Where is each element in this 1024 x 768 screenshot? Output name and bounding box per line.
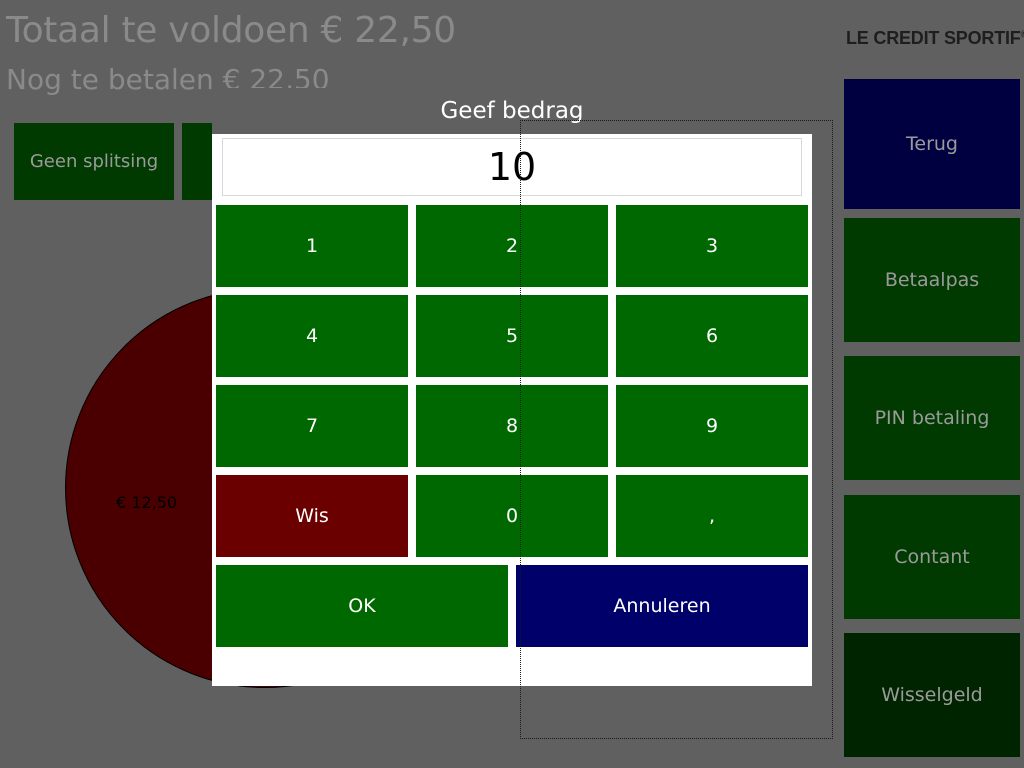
- amount-input[interactable]: 10: [222, 138, 802, 196]
- change-button[interactable]: Wisselgeld: [844, 633, 1020, 757]
- key-5[interactable]: 5: [416, 295, 608, 377]
- no-split-button[interactable]: Geen splitsing: [14, 123, 174, 200]
- key-0[interactable]: 0: [416, 475, 608, 557]
- cash-button[interactable]: Contant: [844, 495, 1020, 619]
- clear-button[interactable]: Wis: [216, 475, 408, 557]
- key-2[interactable]: 2: [416, 205, 608, 287]
- back-button[interactable]: Terug: [844, 79, 1020, 209]
- key-9[interactable]: 9: [616, 385, 808, 467]
- ok-button[interactable]: OK: [216, 565, 508, 647]
- pin-payment-button[interactable]: PIN betaling: [844, 356, 1020, 480]
- brand-logo: LE CREDIT SPORTIF®: [846, 28, 1024, 49]
- debit-card-button[interactable]: Betaalpas: [844, 218, 1020, 342]
- key-comma[interactable]: ,: [616, 475, 808, 557]
- total-due-title: Totaal te voldoen € 22,50: [6, 10, 456, 51]
- brand-logo-text: LE CREDIT SPORTIF: [846, 28, 1021, 48]
- amount-dialog: Geef bedrag 10 1 2 3 4 5 6 7 8 9 Wis 0 ,…: [212, 88, 812, 686]
- key-1[interactable]: 1: [216, 205, 408, 287]
- key-3[interactable]: 3: [616, 205, 808, 287]
- key-8[interactable]: 8: [416, 385, 608, 467]
- dialog-title: Geef bedrag: [212, 88, 812, 134]
- brand-logo-mark: ®: [1020, 29, 1024, 39]
- key-6[interactable]: 6: [616, 295, 808, 377]
- key-4[interactable]: 4: [216, 295, 408, 377]
- key-7[interactable]: 7: [216, 385, 408, 467]
- cancel-button[interactable]: Annuleren: [516, 565, 808, 647]
- pie-slice-label: € 12,50: [116, 493, 178, 512]
